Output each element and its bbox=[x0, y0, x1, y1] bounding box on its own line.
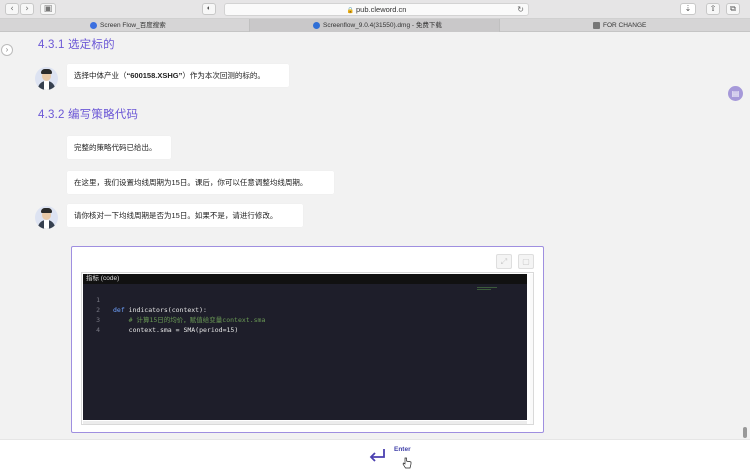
section-title-write-code: 4.3.2 编写策略代码 bbox=[38, 109, 139, 121]
editor-header: 指标 (code) bbox=[83, 274, 527, 284]
code-line: 4 bbox=[83, 315, 130, 334]
message-bubble: 在这里，我们设置均线周期为15日。课后，你可以任意调整均线周期。 bbox=[67, 171, 334, 194]
message-text: 完整的策略代码已给出。 bbox=[74, 143, 157, 152]
notes-icon[interactable]: ▤ bbox=[728, 86, 743, 101]
download-icon[interactable]: ⇣ bbox=[680, 3, 696, 15]
page-content: › ▤ 4.3.1 选定标的 选择中体产业（“600158.XSHG”）作为本次… bbox=[0, 33, 750, 439]
back-icon[interactable]: ‹ bbox=[5, 3, 19, 15]
tab-label: Screenflow_9.0.4(31550).dmg - 免费下载 bbox=[323, 22, 442, 29]
message-text: 选择中体产业（ bbox=[74, 71, 127, 80]
browser-window: ‹ › ▣ ◐ 🔒 pub.cleword.cn ↻ ⇣ ⇧ ⧉ Screen F… bbox=[0, 0, 750, 469]
address-url: pub.cleword.cn bbox=[356, 5, 407, 14]
browser-toolbar: ‹ › ▣ ◐ 🔒 pub.cleword.cn ↻ ⇣ ⇧ ⧉ bbox=[0, 0, 750, 19]
code-text: indicators(context): bbox=[128, 306, 207, 314]
share-icon[interactable]: ⇧ bbox=[706, 3, 720, 15]
tab-bar: Screen Flow_百度搜索 Screenflow_9.0.4(31550)… bbox=[0, 19, 750, 32]
message-text: 在这里，我们设置均线周期为15日。课后，你可以任意调整均线周期。 bbox=[74, 178, 308, 187]
message-text: 请你核对一下均线周期是否为15日。如果不是，请进行修改。 bbox=[74, 211, 278, 220]
minimap bbox=[477, 287, 497, 291]
avatar bbox=[35, 206, 58, 229]
reload-icon[interactable]: ↻ bbox=[517, 4, 524, 15]
window-icon[interactable]: ▢ bbox=[518, 254, 534, 269]
message-bubble: 请你核对一下均线周期是否为15日。如果不是，请进行修改。 bbox=[67, 204, 303, 227]
page-scrollbar[interactable] bbox=[743, 427, 747, 438]
lock-icon: 🔒 bbox=[346, 8, 355, 14]
enter-button-label[interactable]: Enter bbox=[394, 446, 411, 453]
horizontal-scrollbar[interactable] bbox=[83, 421, 527, 424]
baidu-favicon-icon bbox=[90, 22, 97, 29]
editor-frame: 指标 (code) 1 def indicators(context): 2 #… bbox=[81, 272, 534, 425]
code-line: 1 def indicators(context): bbox=[83, 285, 207, 314]
section-title-select-target: 4.3.1 选定标的 bbox=[38, 39, 115, 51]
address-bar[interactable]: 🔒 pub.cleword.cn ↻ bbox=[224, 3, 529, 16]
code-editor[interactable]: 1 def indicators(context): 2 # 计算15日的均价，… bbox=[83, 284, 527, 420]
vertical-scrollbar[interactable] bbox=[530, 274, 533, 424]
code-line: 2 # 计算15日的均价，赋值给变量context.sma bbox=[83, 295, 265, 324]
tab-for-change[interactable]: FOR CHANGE bbox=[500, 19, 750, 32]
tabs-overview-icon[interactable]: ⧉ bbox=[726, 3, 740, 15]
avatar bbox=[35, 67, 58, 90]
bottom-bar: Enter bbox=[0, 439, 750, 469]
hand-cursor-icon bbox=[402, 457, 412, 469]
tab-label: FOR CHANGE bbox=[603, 22, 647, 29]
line-number: 4 bbox=[96, 326, 100, 334]
privacy-shield-icon[interactable]: ◐ bbox=[202, 3, 216, 15]
tab-screenflow-download[interactable]: Screenflow_9.0.4(31550).dmg - 免费下载 bbox=[250, 19, 500, 32]
code-line: 3 context.sma = SMA(period=15) bbox=[83, 305, 238, 334]
expand-sidebar-icon[interactable]: › bbox=[1, 44, 13, 56]
message-bubble: 选择中体产业（“600158.XSHG”）作为本次回测的标的。 bbox=[67, 64, 289, 87]
tab-screenflow-search[interactable]: Screen Flow_百度搜索 bbox=[0, 19, 250, 32]
ticker-text: “600158.XSHG” bbox=[126, 71, 183, 80]
message-text: ）作为本次回测的标的。 bbox=[182, 71, 265, 80]
code-text: context.sma = SMA(period=15) bbox=[113, 326, 239, 334]
enter-arrow-icon[interactable] bbox=[368, 447, 388, 463]
download-site-favicon-icon bbox=[313, 22, 320, 29]
forward-icon[interactable]: › bbox=[20, 3, 34, 15]
sidebar-toggle-icon[interactable]: ▣ bbox=[40, 3, 56, 15]
code-editor-card: ⤢ ▢ 指标 (code) 1 def indicators(context):… bbox=[71, 246, 544, 433]
page-favicon-icon bbox=[593, 22, 600, 29]
code-comment: # 计算15日的均价，赋值给变量context.sma bbox=[113, 316, 266, 324]
tab-label: Screen Flow_百度搜索 bbox=[100, 22, 166, 29]
message-bubble: 完整的策略代码已给出。 bbox=[67, 136, 171, 159]
fullscreen-icon[interactable]: ⤢ bbox=[496, 254, 512, 269]
